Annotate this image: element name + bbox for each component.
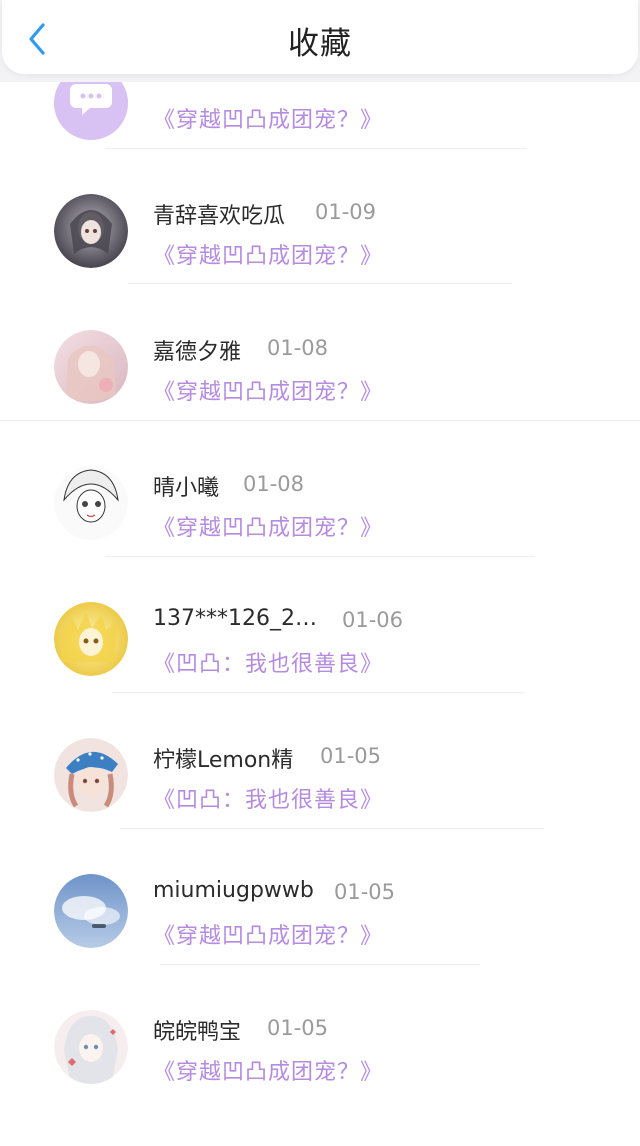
page-title: 收藏 (288, 26, 352, 62)
list-item[interactable]: 青辞喜欢吃瓜 01-09 《穿越凹凸成团宠？》 (0, 194, 640, 330)
book-title[interactable]: 《穿越凹凸成团宠？》 (153, 510, 383, 542)
date-label: 01-05 (267, 1016, 329, 1040)
date-label: 01-05 (320, 744, 382, 768)
user-name[interactable]: 晴小曦 (153, 470, 219, 502)
user-name[interactable]: 嘉德夕雅 (153, 334, 241, 366)
avatar[interactable] (54, 738, 128, 812)
date-label: 01-09 (315, 200, 377, 224)
user-name[interactable]: 柠檬Lemon精 (153, 742, 293, 774)
list-item[interactable]: miumiugpwwb 01-05 《穿越凹凸成团宠？》 (0, 874, 640, 1010)
divider (160, 964, 480, 965)
date-label: 01-08 (243, 472, 305, 496)
user-name[interactable]: miumiugpwwb (153, 878, 314, 903)
avatar[interactable] (54, 874, 128, 948)
book-title[interactable]: 《穿越凹凸成团宠？》 (153, 102, 383, 134)
top-bar: 收藏 (0, 0, 640, 82)
list-item[interactable]: 嘉德夕雅 01-08 《穿越凹凸成团宠？》 (0, 330, 640, 466)
book-title[interactable]: 《穿越凹凸成团宠？》 (153, 374, 383, 406)
book-title[interactable]: 《凹凸：我也很善良》 (153, 782, 383, 814)
user-name[interactable]: 青辞喜欢吃瓜 (153, 198, 285, 230)
divider (0, 420, 640, 421)
anime-avatar-silver-icon (54, 1010, 128, 1084)
divider (105, 556, 535, 557)
avatar[interactable] (54, 330, 128, 404)
user-name[interactable]: 137***126_2… (153, 606, 317, 631)
divider (120, 828, 544, 829)
list-item[interactable]: 137***126_2… 01-06 《凹凸：我也很善良》 (0, 602, 640, 738)
book-title[interactable]: 《穿越凹凸成团宠？》 (153, 1054, 383, 1086)
date-label: 01-06 (342, 608, 404, 632)
header-card: 收藏 (2, 0, 638, 74)
anime-avatar-yellow-icon (54, 602, 128, 676)
avatar[interactable] (54, 1010, 128, 1084)
book-title[interactable]: 《凹凸：我也很善良》 (153, 646, 383, 678)
anime-avatar-pink-icon (54, 330, 128, 404)
sky-avatar-icon (54, 874, 128, 948)
user-name[interactable]: 皖皖鸭宝 (153, 1014, 241, 1046)
list-item[interactable]: 晴小曦 01-08 《穿越凹凸成团宠？》 (0, 466, 640, 602)
date-label: 01-08 (267, 336, 329, 360)
book-title[interactable]: 《穿越凹凸成团宠？》 (153, 918, 383, 950)
anime-avatar-dark-icon (54, 194, 128, 268)
avatar[interactable] (54, 602, 128, 676)
divider (105, 148, 527, 149)
divider (112, 692, 524, 693)
anime-avatar-bandana-icon (54, 738, 128, 812)
list-item[interactable]: 皖皖鸭宝 01-05 《穿越凹凸成团宠？》 (0, 1010, 640, 1146)
anime-avatar-white-icon (54, 466, 128, 540)
avatar[interactable] (54, 194, 128, 268)
date-label: 01-05 (334, 880, 396, 904)
book-title[interactable]: 《穿越凹凸成团宠？》 (153, 238, 383, 270)
list-item[interactable]: 柠檬Lemon精 01-05 《凹凸：我也很善良》 (0, 738, 640, 874)
avatar[interactable] (54, 466, 128, 540)
divider (128, 283, 512, 284)
